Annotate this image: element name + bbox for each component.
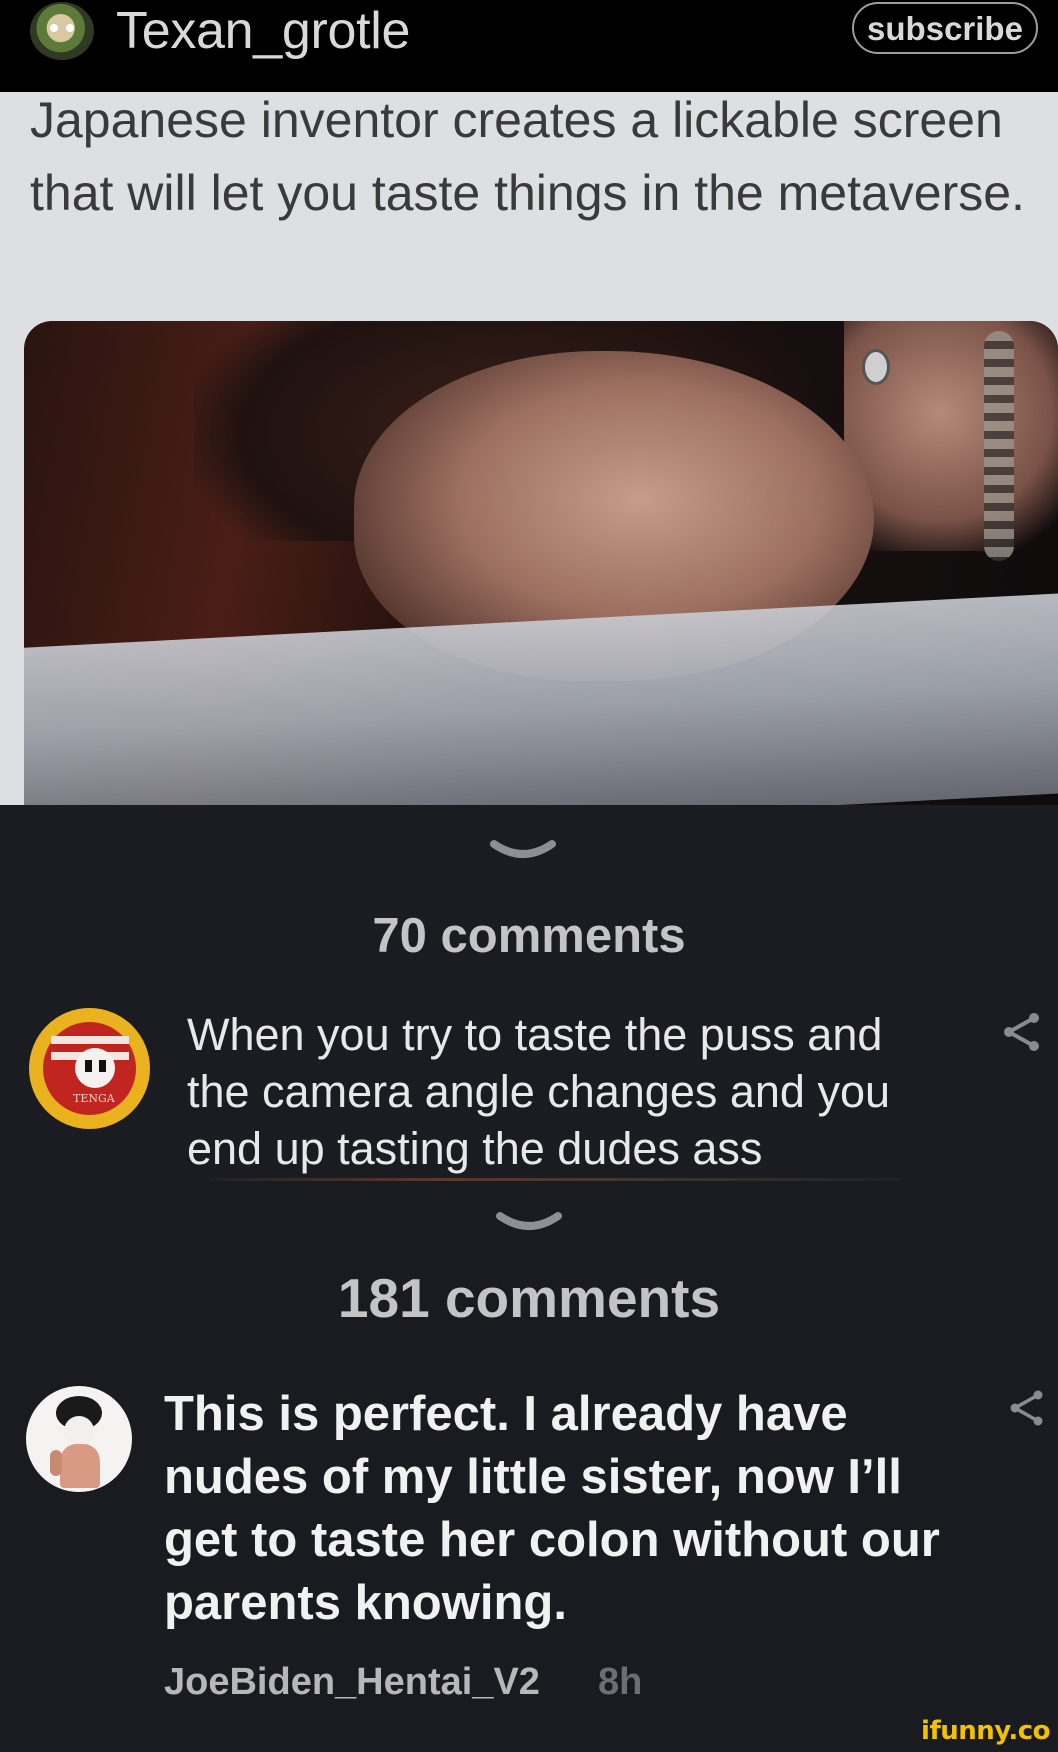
avatar-label: TENGA	[73, 1092, 115, 1105]
comments-count-label[interactable]: 181 comments	[0, 1265, 1058, 1331]
chevron-down-icon[interactable]	[490, 840, 556, 862]
top-bar: Texan_grotle subscribe	[0, 0, 1058, 92]
post-image: Japanese inventor creates a lickable scr…	[0, 92, 1058, 805]
avatar[interactable]: TENGA	[29, 1008, 150, 1129]
chevron-down-icon[interactable]	[496, 1212, 562, 1234]
watermark: ifunny.co	[921, 1716, 1050, 1746]
comment-text: This is perfect. I already have nudes of…	[164, 1387, 940, 1630]
divider	[210, 1178, 900, 1181]
comment-author[interactable]: JoeBiden_Hentai_V2	[164, 1660, 540, 1704]
comment-timestamp: 8h	[598, 1661, 643, 1703]
subscribe-button[interactable]: subscribe	[852, 2, 1038, 54]
username[interactable]: Texan_grotle	[116, 2, 410, 60]
avatar[interactable]	[26, 1386, 132, 1492]
comment-text: When you try to taste the puss and the c…	[187, 1009, 890, 1174]
share-icon[interactable]	[1010, 1390, 1044, 1426]
tweet-text: Japanese inventor creates a lickable scr…	[30, 92, 1025, 221]
comments-count-label[interactable]: 70 comments	[0, 906, 1058, 966]
share-icon[interactable]	[1003, 1012, 1041, 1052]
user-avatar[interactable]	[30, 2, 94, 60]
tweet-photo	[24, 321, 1058, 805]
